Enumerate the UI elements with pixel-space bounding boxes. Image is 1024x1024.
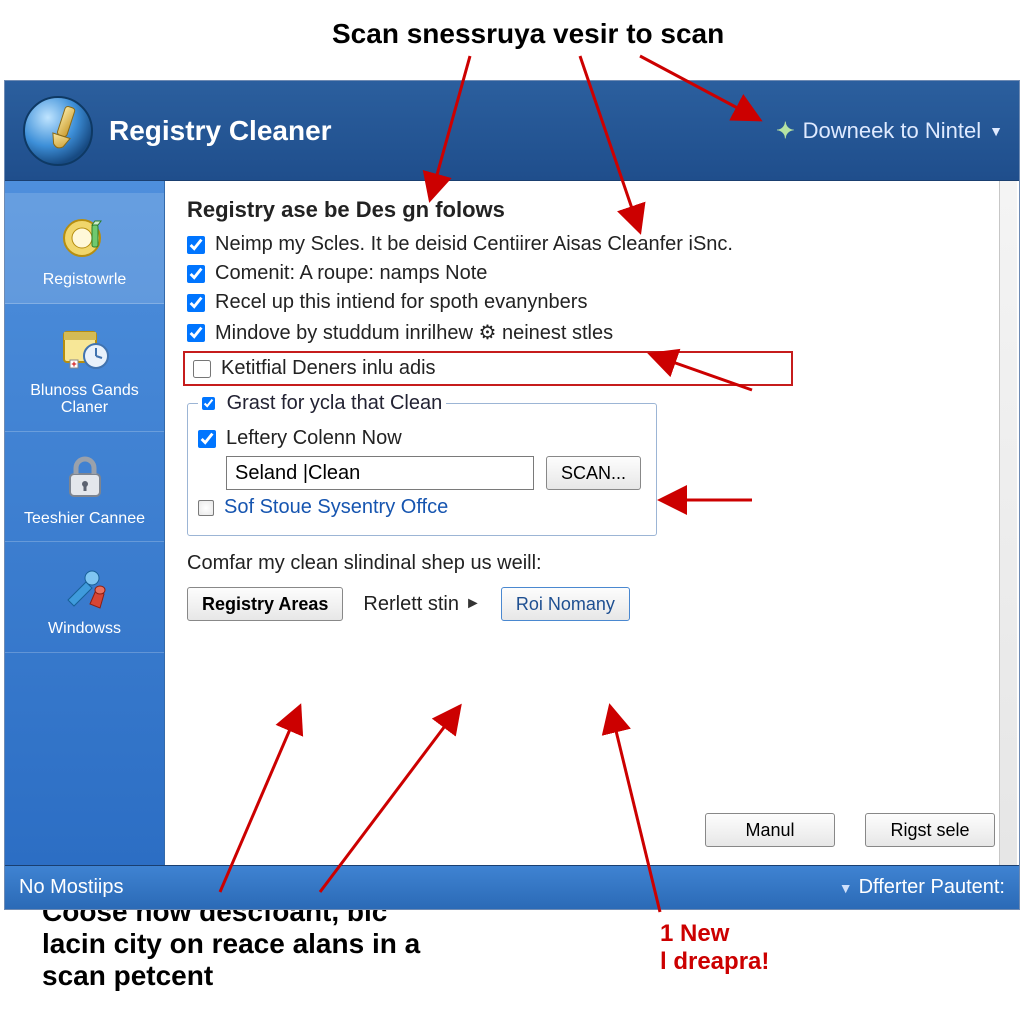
chevron-down-icon: ▼ [989, 123, 1003, 139]
highlighted-option[interactable]: Ketitfial Deners inlu adis [183, 351, 793, 386]
check-row-3[interactable]: Mindove by studdum inrilhew ⚙ neinest st… [187, 320, 997, 345]
check-label: Mindove by studdum inrilhew ⚙ neinest st… [215, 320, 613, 345]
mid-action[interactable]: Rerlett stin ► [363, 593, 480, 616]
footer-text: Comfar my clean slindinal shep us weill: [187, 552, 997, 575]
lock-icon [58, 450, 112, 504]
checkbox-disabled-icon [198, 500, 214, 516]
canvas: Scan snessruya vesir to scan User mejuim… [0, 0, 1024, 1024]
group-legend: Grast for ycla that Clean [198, 392, 446, 415]
check-row-0[interactable]: Neimp my Scles. It be deisid Centiirer A… [187, 233, 997, 256]
scan-path-input[interactable] [226, 456, 534, 490]
manual-button[interactable]: Manul [705, 813, 835, 847]
annot-bottom-new: 1 New l dreapra! [660, 920, 769, 975]
check-label: Ketitfial Deners inlu adis [221, 357, 436, 380]
registry-icon [58, 211, 112, 265]
status-left: No Mostiips [19, 876, 123, 899]
sidebar: Registowrle + Blunoss Gands Claner [5, 181, 165, 865]
annot-bottom-left: Coose now descfoant, bic lacin city on r… [42, 896, 420, 993]
app-window: Registry Cleaner ✦ Downeek to Nintel ▼ [4, 80, 1020, 910]
group-link[interactable]: Sof Stoue Sysentry Offce [224, 496, 448, 519]
checkbox[interactable] [187, 294, 205, 312]
app-title: Registry Cleaner [109, 115, 332, 147]
registry-areas-button[interactable]: Registry Areas [187, 587, 343, 621]
sidebar-item-label: Windowss [48, 620, 121, 638]
right-select-button[interactable]: Rigst sele [865, 813, 995, 847]
annot-top: Scan snessruya vesir to scan [332, 18, 724, 50]
tools-icon [58, 560, 112, 614]
check-label: Comenit: A roupe: namps Note [215, 262, 487, 285]
check-label: Recel up this intiend for spoth evanynbe… [215, 291, 587, 314]
checkbox[interactable] [187, 265, 205, 283]
chevron-down-icon: ▼ [839, 880, 853, 896]
sidebar-item-registry[interactable]: Registowrle [5, 193, 164, 304]
checkbox[interactable] [187, 236, 205, 254]
body: Registowrle + Blunoss Gands Claner [5, 181, 1019, 865]
section-title: Registry ase be Des gn folows [187, 197, 997, 223]
sidebar-item-windows[interactable]: Windowss [5, 542, 164, 653]
status-right: Dfferter Pautent: [859, 876, 1005, 899]
play-icon: ► [465, 595, 481, 613]
button-row: Registry Areas Rerlett stin ► Roi Nomany [187, 587, 997, 621]
checkbox[interactable] [198, 430, 216, 448]
calendar-clock-icon: + [58, 322, 112, 376]
sidebar-item-label: Teeshier Cannee [24, 510, 145, 528]
check-label: Leftery Colenn Now [226, 427, 402, 450]
svg-text:+: + [71, 359, 76, 369]
app-logo-icon [21, 94, 95, 168]
checkbox[interactable] [202, 397, 215, 410]
check-row-1[interactable]: Comenit: A roupe: namps Note [187, 262, 997, 285]
check-label: Neimp my Scles. It be deisid Centiirer A… [215, 233, 733, 256]
roi-nomany-button[interactable]: Roi Nomany [501, 587, 630, 621]
scrollbar[interactable] [999, 181, 1017, 865]
check-row-2[interactable]: Recel up this intiend for spoth evanynbe… [187, 291, 997, 314]
plus-icon: ✦ [776, 118, 794, 144]
sidebar-item-blunoss[interactable]: + Blunoss Gands Claner [5, 304, 164, 432]
checkbox[interactable] [187, 324, 205, 342]
sidebar-item-label: Blunoss Gands Claner [30, 382, 139, 417]
statusbar: No Mostiips ▼ Dfferter Pautent: [5, 865, 1019, 909]
sidebar-item-teeshier[interactable]: Teeshier Cannee [5, 432, 164, 543]
scan-button[interactable]: SCAN... [546, 456, 641, 490]
content: Registry ase be Des gn folows Neimp my S… [165, 181, 1019, 865]
titlebar: Registry Cleaner ✦ Downeek to Nintel ▼ [5, 81, 1019, 181]
header-link[interactable]: ✦ Downeek to Nintel ▼ [776, 118, 1003, 144]
scan-group: Grast for ycla that Clean Leftery Colenn… [187, 392, 657, 536]
bottom-buttons: Manul Rigst sele [705, 813, 995, 847]
sidebar-item-label: Registowrle [43, 271, 127, 289]
checkbox[interactable] [193, 360, 211, 378]
